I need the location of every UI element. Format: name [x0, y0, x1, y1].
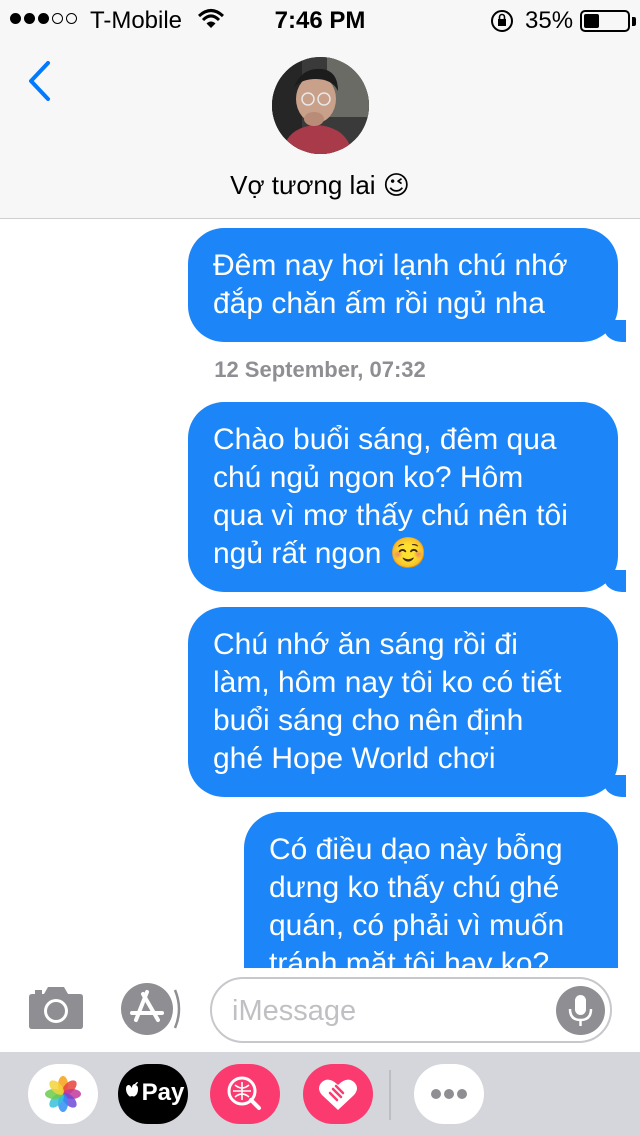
timestamp-text: 12 September, 07:32 [214, 357, 426, 382]
app-store-icon[interactable] [119, 980, 181, 1043]
status-bar: T-Mobile 7:46 PM 35% [0, 0, 640, 40]
contact-name[interactable]: Vợ tương lai 😉 [0, 170, 640, 201]
compose-bar [0, 968, 640, 1052]
message-bubble-outgoing[interactable]: Có điều dạo này bỗng dưng ko thấy chú gh… [244, 812, 618, 968]
message-text: Có điều dạo này bỗng dưng ko thấy chú gh… [269, 833, 565, 968]
message-input[interactable] [232, 993, 552, 1029]
battery-icon [580, 10, 630, 32]
imessage-field[interactable] [210, 977, 612, 1043]
message-thread[interactable]: Đêm nay hơi lạnh chú nhớ đắp chăn ấm rồi… [0, 220, 640, 968]
microphone-icon[interactable] [556, 986, 605, 1035]
more-apps-icon[interactable] [414, 1064, 484, 1124]
search-app-icon[interactable] [210, 1064, 280, 1124]
message-text: Chú nhớ ăn sáng rồi đi làm, hôm nay tôi … [213, 628, 562, 775]
message-text: Chào buổi sáng, đêm qua chú ngủ ngon ko?… [213, 423, 568, 570]
photos-app-icon[interactable] [28, 1064, 98, 1124]
drawer-divider [389, 1070, 391, 1120]
apple-pay-app-icon[interactable]: Pay [118, 1064, 188, 1124]
rotation-lock-icon [490, 9, 514, 40]
message-text: Đêm nay hơi lạnh chú nhớ đắp chăn ấm rồi… [213, 249, 568, 320]
app-drawer: Pay [0, 1052, 640, 1136]
battery-percent: 35% [525, 7, 574, 34]
message-bubble-outgoing[interactable]: Chú nhớ ăn sáng rồi đi làm, hôm nay tôi … [188, 607, 626, 797]
apple-pay-label: Pay [141, 1079, 185, 1106]
message-timestamp: 12 September, 07:32 [0, 357, 640, 383]
contact-avatar[interactable] [272, 57, 369, 154]
conversation-header: Vợ tương lai 😉 [0, 40, 640, 219]
digital-touch-app-icon[interactable] [303, 1064, 373, 1124]
message-bubble-outgoing[interactable]: Đêm nay hơi lạnh chú nhớ đắp chăn ấm rồi… [188, 228, 626, 342]
camera-icon[interactable] [28, 984, 84, 1035]
message-bubble-outgoing[interactable]: Chào buổi sáng, đêm qua chú ngủ ngon ko?… [188, 402, 626, 592]
back-chevron-icon[interactable] [26, 60, 52, 107]
